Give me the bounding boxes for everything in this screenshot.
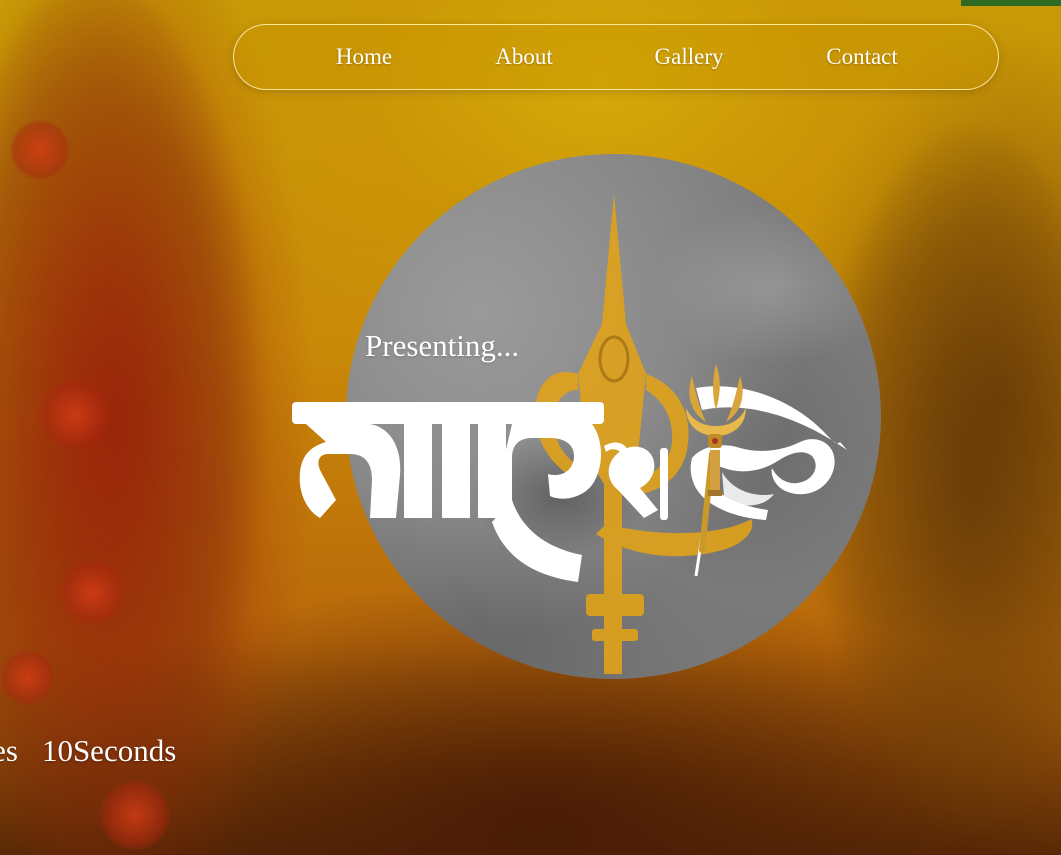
background-flower (0, 650, 55, 705)
nav-about-link[interactable]: About (495, 44, 553, 70)
countdown-timer: utes 10Seconds (0, 733, 200, 769)
background-flower (60, 560, 125, 625)
nav-gallery-link[interactable]: Gallery (655, 44, 724, 70)
matrishakti-wordmark (292, 386, 847, 582)
main-navigation: Home About Gallery Contact (233, 24, 999, 90)
background-flower (10, 120, 70, 180)
nav-contact-link[interactable]: Contact (826, 44, 898, 70)
nav-home-link[interactable]: Home (336, 44, 392, 70)
background-flower (100, 780, 170, 850)
countdown-seconds: 10Seconds (41, 733, 177, 768)
page: Home About Gallery Contact Presenting... (0, 0, 1061, 855)
top-corner-strip (961, 0, 1061, 6)
background-flower (40, 380, 110, 450)
countdown-minutes: utes (0, 733, 18, 768)
matrishakti-logo (292, 364, 847, 582)
